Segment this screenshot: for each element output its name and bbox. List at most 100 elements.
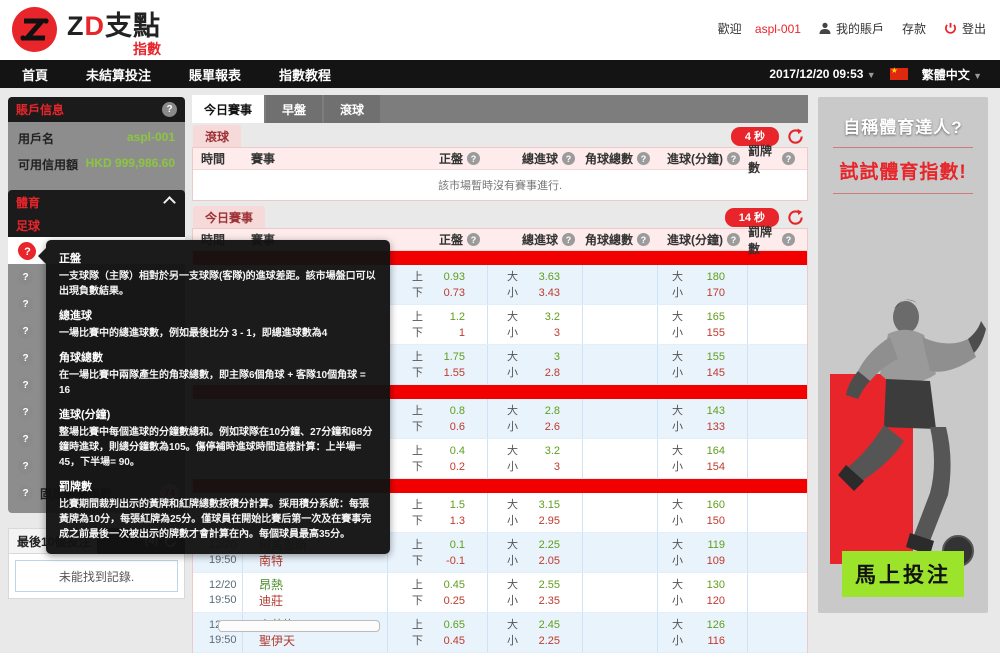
odds-value[interactable]: 180 xyxy=(699,269,725,285)
odds-value[interactable]: 0.45 xyxy=(439,633,465,649)
bet-now-button[interactable]: 馬上投注 xyxy=(842,551,964,597)
help-icon[interactable]: ? xyxy=(467,233,480,246)
cards-cell[interactable] xyxy=(748,533,801,572)
odds-value[interactable]: -0.1 xyxy=(439,553,465,569)
odds-value[interactable]: 2.95 xyxy=(534,513,560,529)
odds-value[interactable]: 3 xyxy=(534,349,560,365)
odds-value[interactable]: 155 xyxy=(699,349,725,365)
odds-value[interactable]: 2.55 xyxy=(534,577,560,593)
help-icon[interactable]: ? xyxy=(18,432,33,447)
help-icon[interactable]: ? xyxy=(18,324,33,339)
tab-1[interactable]: 早盤 xyxy=(266,95,322,123)
sports-section-header[interactable]: 體育 xyxy=(8,190,185,214)
help-icon[interactable]: ? xyxy=(782,152,795,165)
odds-value[interactable]: 1.75 xyxy=(439,349,465,365)
handicap-cell[interactable]: 上1.75下1.55 xyxy=(388,345,488,384)
odds-value[interactable]: 130 xyxy=(699,577,725,593)
help-icon[interactable]: ? xyxy=(467,152,480,165)
nav-item-3[interactable]: 指數教程 xyxy=(279,65,331,84)
corners-cell[interactable] xyxy=(583,305,658,344)
total-goals-cell[interactable]: 大2.45小2.25 xyxy=(488,613,583,652)
help-icon[interactable]: ? xyxy=(562,152,575,165)
odds-value[interactable]: 0.1 xyxy=(439,537,465,553)
odds-value[interactable]: 1 xyxy=(439,325,465,341)
cards-cell[interactable] xyxy=(748,345,801,384)
odds-value[interactable]: 0.45 xyxy=(439,577,465,593)
odds-value[interactable]: 126 xyxy=(699,617,725,633)
help-icon[interactable]: ? xyxy=(162,102,177,117)
cards-cell[interactable] xyxy=(748,265,801,304)
nav-item-0[interactable]: 首頁 xyxy=(22,65,48,84)
odds-value[interactable]: 0.73 xyxy=(439,285,465,301)
help-icon[interactable]: ? xyxy=(562,233,575,246)
my-account-link[interactable]: 我的賬戶 xyxy=(819,20,884,37)
handicap-cell[interactable]: 上0.8下0.6 xyxy=(388,399,488,438)
handicap-cell[interactable]: 上0.45下0.25 xyxy=(388,573,488,612)
odds-value[interactable]: 133 xyxy=(699,419,725,435)
odds-value[interactable]: 3.2 xyxy=(534,443,560,459)
odds-value[interactable]: 2.8 xyxy=(534,403,560,419)
odds-value[interactable]: 2.25 xyxy=(534,537,560,553)
section-live-label[interactable]: 滾球 xyxy=(193,125,241,147)
odds-value[interactable]: 3 xyxy=(534,325,560,341)
tab-2[interactable]: 滾球 xyxy=(324,95,380,123)
odds-value[interactable]: 2.25 xyxy=(534,633,560,649)
odds-value[interactable]: 0.93 xyxy=(439,269,465,285)
odds-value[interactable]: 1.2 xyxy=(439,309,465,325)
corners-cell[interactable] xyxy=(583,345,658,384)
nav-item-1[interactable]: 未結算投注 xyxy=(86,65,151,84)
total-goals-cell[interactable]: 大2.25小2.05 xyxy=(488,533,583,572)
handicap-cell[interactable]: 上0.4下0.2 xyxy=(388,439,488,478)
odds-value[interactable]: 155 xyxy=(699,325,725,341)
odds-value[interactable]: 119 xyxy=(699,537,725,553)
odds-value[interactable]: 2.35 xyxy=(534,593,560,609)
help-icon[interactable]: ? xyxy=(637,152,650,165)
cards-cell[interactable] xyxy=(748,439,801,478)
goal-minutes-cell[interactable]: 大164小154 xyxy=(658,439,748,478)
help-icon[interactable]: ? xyxy=(18,297,33,312)
goal-minutes-cell[interactable]: 大155小145 xyxy=(658,345,748,384)
help-icon[interactable]: ? xyxy=(18,378,33,393)
goal-minutes-cell[interactable]: 大160小150 xyxy=(658,493,748,532)
cards-cell[interactable] xyxy=(748,613,801,652)
odds-value[interactable]: 2.45 xyxy=(534,617,560,633)
nav-item-2[interactable]: 賬單報表 xyxy=(189,65,241,84)
goal-minutes-cell[interactable]: 大119小109 xyxy=(658,533,748,572)
help-icon[interactable]: ? xyxy=(18,459,33,474)
goal-minutes-cell[interactable]: 大126小116 xyxy=(658,613,748,652)
tab-0[interactable]: 今日賽事 xyxy=(192,95,264,123)
help-icon[interactable]: ? xyxy=(727,233,740,246)
datetime-dropdown[interactable]: 2017/12/20 09:53 ▼ xyxy=(769,67,875,81)
help-icon[interactable]: ? xyxy=(18,486,33,501)
total-goals-cell[interactable]: 大3.2小3 xyxy=(488,305,583,344)
odds-value[interactable]: 0.65 xyxy=(439,617,465,633)
cards-cell[interactable] xyxy=(748,493,801,532)
total-goals-cell[interactable]: 大3.2小3 xyxy=(488,439,583,478)
handicap-cell[interactable]: 上0.93下0.73 xyxy=(388,265,488,304)
odds-value[interactable]: 165 xyxy=(699,309,725,325)
corners-cell[interactable] xyxy=(583,439,658,478)
brand-logo[interactable]: ZD支點 指數 xyxy=(12,7,161,56)
goal-minutes-cell[interactable]: 大180小170 xyxy=(658,265,748,304)
cards-cell[interactable] xyxy=(748,573,801,612)
odds-value[interactable]: 3.43 xyxy=(534,285,560,301)
odds-value[interactable]: 3.63 xyxy=(534,269,560,285)
help-icon[interactable]: ? xyxy=(18,351,33,366)
help-icon[interactable]: ? xyxy=(727,152,740,165)
deposit-link[interactable]: 存款 xyxy=(902,20,926,37)
event-cell[interactable]: 昂熱迪莊 xyxy=(243,573,388,612)
odds-value[interactable]: 143 xyxy=(699,403,725,419)
odds-value[interactable]: 2.8 xyxy=(534,365,560,381)
corners-cell[interactable] xyxy=(583,265,658,304)
help-icon[interactable]: ? xyxy=(18,270,33,285)
handicap-cell[interactable]: 上1.5下1.3 xyxy=(388,493,488,532)
goal-minutes-cell[interactable]: 大130小120 xyxy=(658,573,748,612)
help-icon[interactable]: ? xyxy=(782,233,795,246)
sidebar-item-football[interactable]: 足球 xyxy=(8,214,185,237)
cards-cell[interactable] xyxy=(748,305,801,344)
odds-value[interactable]: 154 xyxy=(699,459,725,475)
odds-value[interactable]: 116 xyxy=(699,633,725,649)
handicap-cell[interactable]: 上0.1下-0.1 xyxy=(388,533,488,572)
odds-value[interactable]: 164 xyxy=(699,443,725,459)
odds-value[interactable]: 0.25 xyxy=(439,593,465,609)
